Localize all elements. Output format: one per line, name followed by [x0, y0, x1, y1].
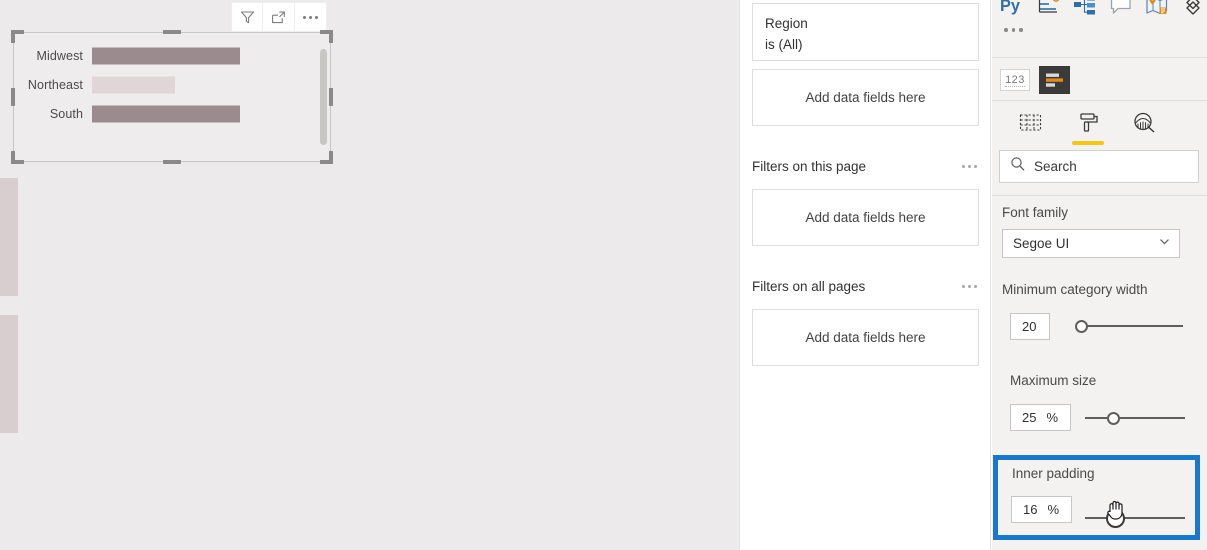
bar-row[interactable]: Northeast: [20, 71, 316, 99]
maximum-size-label: Maximum size: [1010, 373, 1097, 388]
pane-divider: [992, 100, 1207, 101]
bar-row[interactable]: South: [20, 100, 316, 128]
svg-text:Py: Py: [1000, 0, 1020, 14]
analytics-magnifier-icon: [1134, 112, 1155, 133]
visual-more-options-button[interactable]: [295, 2, 327, 32]
slider-thumb[interactable]: [1106, 411, 1120, 425]
resize-handle-bottom[interactable]: [163, 160, 181, 164]
minimum-category-width-slider[interactable]: [1074, 317, 1183, 335]
bar-fill[interactable]: [92, 76, 175, 94]
dropzone-label: Add data fields here: [805, 330, 926, 345]
clipped-visual-bar-bottom: [0, 315, 18, 433]
format-tab[interactable]: [1071, 106, 1105, 145]
section-more-options-icon[interactable]: [960, 161, 979, 172]
decomposition-tree-icon[interactable]: [1072, 0, 1097, 18]
visualization-gallery: Py: [992, 0, 1207, 60]
visualization-gallery-row-selected: 123: [1000, 66, 1070, 94]
minimum-category-width-input[interactable]: 20: [1010, 313, 1050, 340]
maximum-size-input[interactable]: 25 %: [1010, 404, 1071, 431]
bar-category-label: Midwest: [36, 49, 83, 63]
chevron-down-icon: [1158, 235, 1171, 253]
power-bi-report-window: Midwest Northeast South Region is (All) …: [0, 0, 1207, 550]
bar-chart-visual[interactable]: Midwest Northeast South: [11, 30, 333, 164]
resize-handle-bottom-right[interactable]: [320, 151, 333, 164]
visualization-gallery-row: Py: [1000, 0, 1205, 18]
bar-chart-visual-icon[interactable]: [1039, 66, 1070, 94]
format-pane-tabs: [992, 103, 1207, 145]
pane-divider: [992, 57, 1207, 58]
resize-handle-right[interactable]: [329, 88, 333, 106]
qna-visual-icon[interactable]: [1108, 0, 1133, 18]
filters-on-all-pages-header: Filters on all pages: [752, 279, 979, 294]
section-more-options-icon[interactable]: [960, 281, 979, 292]
filters-pane: Region is (All) Add data fields here Fil…: [739, 0, 991, 550]
maximum-size-value: 25: [1022, 410, 1037, 425]
resize-handle-top[interactable]: [163, 30, 181, 34]
slider-thumb[interactable]: [1074, 319, 1088, 333]
all-pages-filters-dropzone[interactable]: Add data fields here: [752, 309, 979, 366]
bar-fill[interactable]: [92, 47, 240, 65]
fields-grid-icon: [1019, 113, 1042, 131]
maximum-size-unit: %: [1046, 410, 1059, 425]
visual-filter-button[interactable]: [231, 2, 263, 32]
search-input[interactable]: Search: [999, 150, 1199, 183]
dropzone-label: Add data fields here: [805, 90, 926, 105]
bar-row[interactable]: Midwest: [20, 42, 316, 70]
bar-track: [92, 100, 316, 128]
key-influencers-icon[interactable]: [1036, 0, 1061, 18]
resize-handle-bottom-left[interactable]: [11, 151, 24, 164]
clipped-visual-bar-top: [0, 178, 18, 296]
search-icon: [1010, 156, 1026, 177]
slider-rail: [1085, 417, 1185, 419]
bar-track: [92, 71, 316, 99]
visual-header-toolbar: [231, 2, 327, 32]
python-visual-icon[interactable]: Py: [1000, 0, 1025, 18]
minimum-category-width-label: Minimum category width: [1002, 282, 1148, 297]
font-family-label: Font family: [1002, 205, 1069, 220]
page-filters-dropzone[interactable]: Add data fields here: [752, 189, 979, 246]
resize-handle-top-left[interactable]: [11, 30, 24, 43]
card-visual-icon[interactable]: 123: [1000, 69, 1030, 91]
pane-divider: [992, 195, 1207, 196]
search-placeholder-text: Search: [1034, 159, 1077, 174]
analytics-tab[interactable]: [1128, 106, 1162, 140]
paint-roller-icon: [1080, 113, 1098, 132]
report-canvas[interactable]: Midwest Northeast South: [0, 0, 739, 550]
ellipsis-icon: [303, 15, 318, 19]
bar-category-label: Northeast: [27, 78, 83, 92]
arcgis-maps-icon[interactable]: [1144, 0, 1169, 18]
slider-rail: [1078, 325, 1183, 327]
minimum-category-width-value: 20: [1022, 319, 1037, 334]
filters-on-this-page-header: Filters on this page: [752, 159, 979, 174]
filter-icon: [239, 9, 256, 26]
maximum-size-slider[interactable]: [1085, 409, 1185, 427]
filter-field-name: Region: [765, 16, 808, 31]
resize-handle-top-right[interactable]: [320, 30, 333, 43]
inner-padding-highlight-annotation: [993, 455, 1200, 540]
bar-chart-plot-area: Midwest Northeast South: [14, 33, 330, 161]
font-family-value: Segoe UI: [1013, 236, 1070, 251]
section-title: Filters on all pages: [752, 279, 866, 294]
dropzone-label: Add data fields here: [805, 210, 926, 225]
visual-vertical-scrollbar[interactable]: [320, 49, 327, 145]
visual-filters-dropzone[interactable]: Add data fields here: [752, 69, 979, 126]
fields-tab[interactable]: [1014, 106, 1048, 140]
grab-hand-cursor: [1106, 498, 1127, 521]
power-apps-icon[interactable]: [1180, 0, 1205, 18]
visualization-gallery-more-icon[interactable]: [1004, 28, 1023, 32]
section-title: Filters on this page: [752, 159, 867, 174]
bar-category-label: South: [49, 107, 83, 121]
resize-handle-left[interactable]: [11, 88, 15, 106]
focus-mode-icon: [270, 9, 287, 26]
visual-focus-mode-button[interactable]: [263, 2, 295, 32]
font-family-dropdown[interactable]: Segoe UI: [1002, 229, 1180, 258]
card-visual-label: 123: [1005, 73, 1025, 87]
filter-condition: is (All): [765, 37, 803, 52]
bar-track: [92, 42, 316, 70]
filter-card-region[interactable]: Region is (All): [752, 3, 979, 61]
bar-fill[interactable]: [92, 105, 240, 123]
